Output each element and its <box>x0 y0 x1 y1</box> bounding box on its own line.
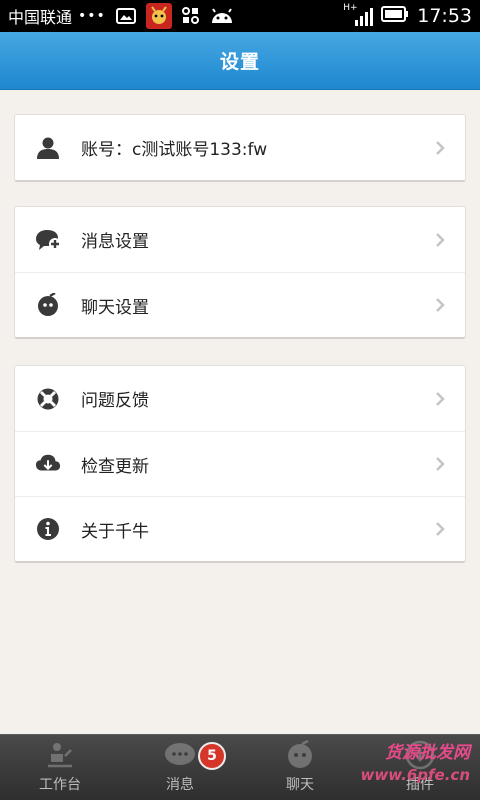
carrier-name: 中国联通 <box>8 8 73 27</box>
feedback-row[interactable]: 问题反馈 <box>15 366 465 431</box>
battery-icon <box>381 6 409 26</box>
tab-chat[interactable]: 聊天 <box>240 735 360 800</box>
feedback-lifebuoy-icon <box>35 386 61 412</box>
account-card: 账号：c测试账号133:fw <box>14 114 466 182</box>
help-card: 问题反馈 检查更新 关于千牛 <box>14 365 466 563</box>
message-settings-icon <box>35 227 61 253</box>
android-icon <box>210 7 234 25</box>
tab-chat-label: 聊天 <box>286 777 314 793</box>
notification-dots: ••• <box>78 8 106 24</box>
chevron-right-icon <box>433 391 447 407</box>
feedback-label: 问题反馈 <box>81 391 149 411</box>
message-settings-row[interactable]: 消息设置 <box>15 207 465 272</box>
cloud-download-icon <box>35 451 61 477</box>
tab-workbench-label: 工作台 <box>39 777 81 793</box>
app-notification-icon <box>145 3 172 29</box>
account-label: 账号：c测试账号133:fw <box>81 140 268 160</box>
tab-workbench[interactable]: 工作台 <box>0 735 120 800</box>
chevron-right-icon <box>433 297 447 313</box>
watermark: 货源批发网 www.6pfe.cn <box>361 742 470 786</box>
tab-messages[interactable]: 5 消息 <box>120 735 240 800</box>
chat-settings-icon <box>35 292 61 318</box>
title-bar: 设置 <box>0 32 480 90</box>
watermark-line-2: www.6pfe.cn <box>360 766 470 784</box>
settings-card: 消息设置 聊天设置 <box>14 206 466 339</box>
message-icon <box>163 738 197 772</box>
chat-icon <box>285 738 315 772</box>
clock: 17:53 <box>417 5 472 27</box>
check-update-label: 检查更新 <box>81 456 149 477</box>
check-update-row[interactable]: 检查更新 <box>15 431 465 496</box>
account-row[interactable]: 账号：c测试账号133:fw <box>15 115 465 180</box>
signal-strength-icon: H+ <box>343 3 374 26</box>
chevron-right-icon <box>433 140 447 156</box>
gallery-icon <box>115 7 136 25</box>
user-icon <box>35 135 61 161</box>
chat-settings-row[interactable]: 聊天设置 <box>15 272 465 337</box>
workbench-icon <box>45 738 75 772</box>
page-title: 设置 <box>219 51 260 73</box>
chevron-right-icon <box>433 456 447 472</box>
tab-messages-label: 消息 <box>166 777 194 793</box>
message-settings-label: 消息设置 <box>81 232 149 252</box>
about-label: 关于千牛 <box>81 521 149 542</box>
about-row[interactable]: 关于千牛 <box>15 496 465 561</box>
chevron-right-icon <box>433 521 447 537</box>
grid-apps-icon <box>181 7 200 25</box>
status-bar: 中国联通 ••• H+ 17:53 <box>0 0 480 32</box>
info-icon <box>35 516 61 542</box>
watermark-line-1: 货源批发网 <box>385 743 470 763</box>
unread-count-badge: 5 <box>198 742 226 770</box>
network-type-label: H+ <box>343 3 358 13</box>
chat-settings-label: 聊天设置 <box>81 297 149 318</box>
chevron-right-icon <box>433 232 447 248</box>
